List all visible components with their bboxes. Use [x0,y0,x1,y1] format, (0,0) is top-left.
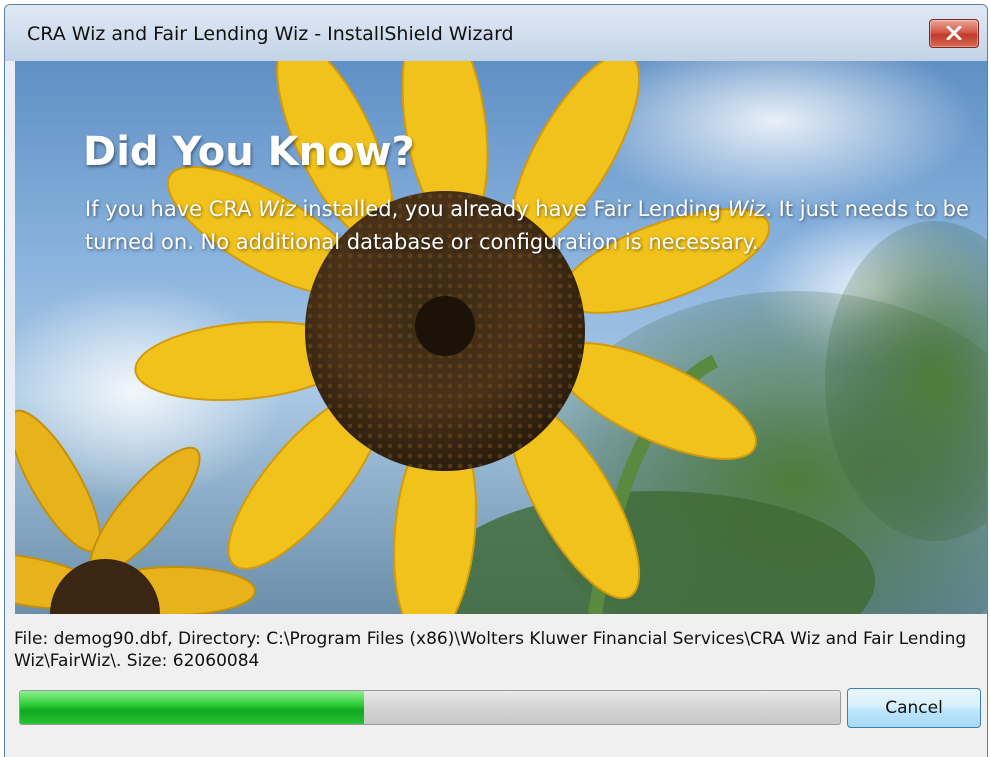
cancel-button[interactable]: Cancel [847,688,981,728]
progress-fill [20,691,365,724]
did-you-know-banner: Did You Know? If you have CRA Wiz instal… [15,61,987,614]
did-you-know-heading: Did You Know? [83,129,415,175]
installshield-wizard-window: CRA Wiz and Fair Lending Wiz - InstallSh… [4,4,988,757]
close-button[interactable] [929,19,979,48]
close-x-icon [946,26,962,40]
status-panel: File: demog90.dbf, Directory: C:\Program… [5,614,987,757]
window-title: CRA Wiz and Fair Lending Wiz - InstallSh… [27,23,514,45]
current-file-status: File: demog90.dbf, Directory: C:\Program… [14,629,967,671]
install-progress-bar [19,690,841,725]
did-you-know-text: If you have CRA Wiz installed, you alrea… [85,197,969,254]
title-bar[interactable]: CRA Wiz and Fair Lending Wiz - InstallSh… [5,5,987,61]
